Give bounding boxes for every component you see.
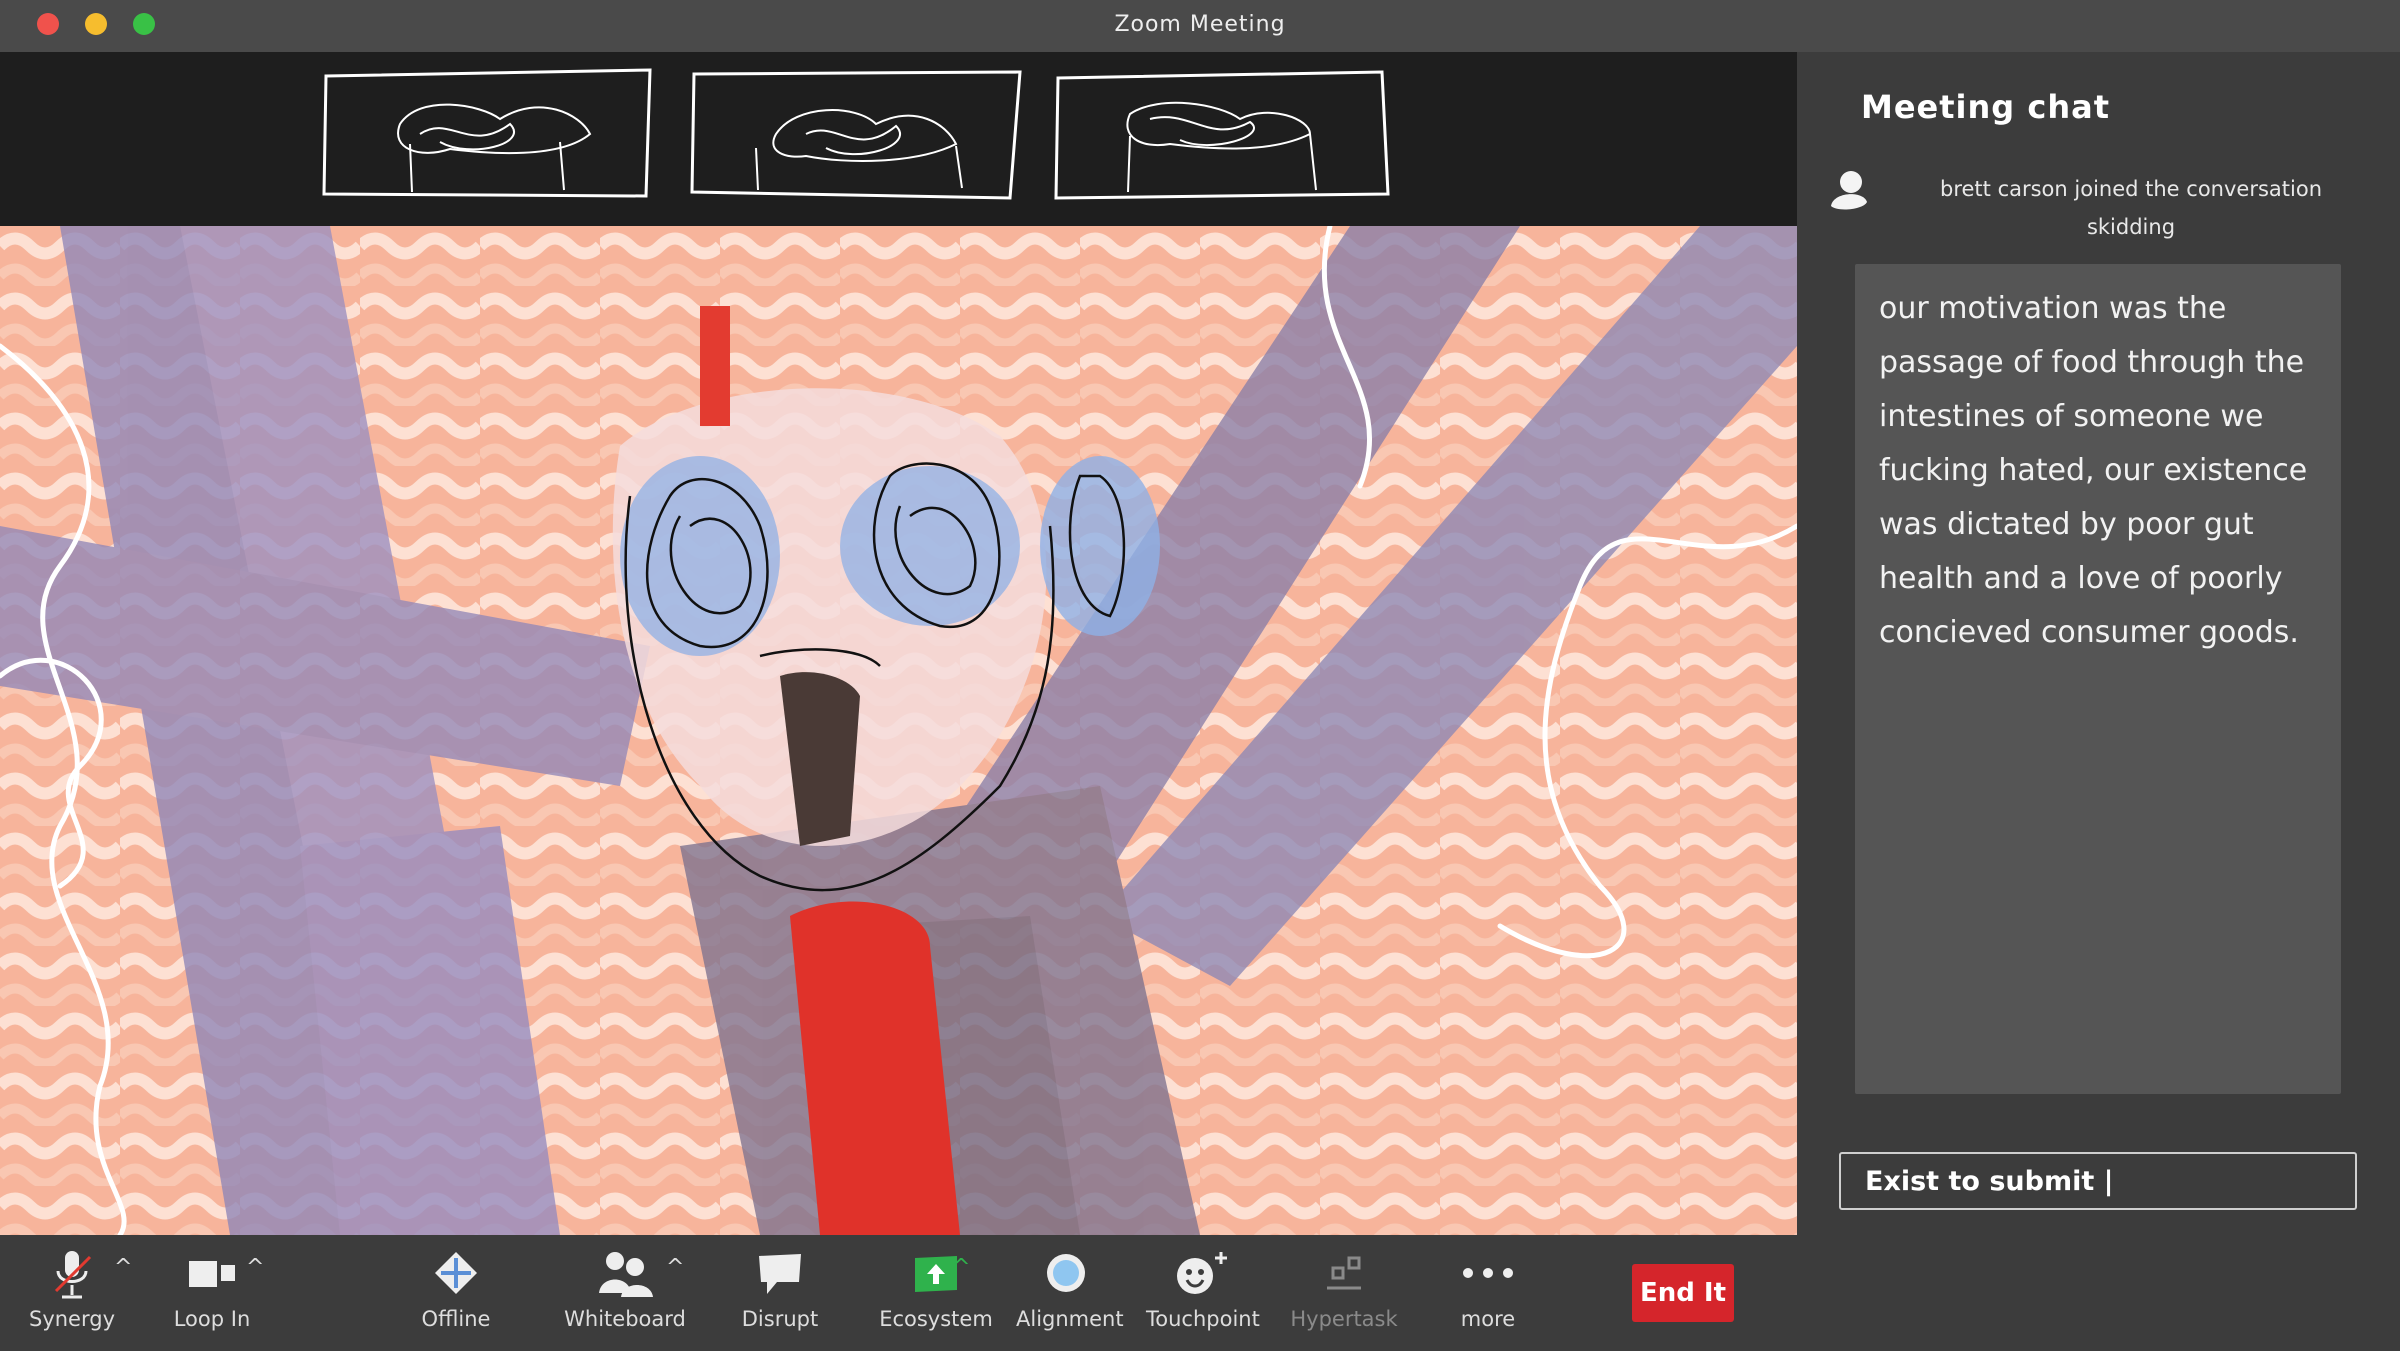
hypertask-label: Hypertask	[1290, 1307, 1398, 1331]
join-line-1: brett carson joined the conversation	[1940, 177, 2322, 201]
whiteboard-options-caret[interactable]: ^	[666, 1255, 684, 1280]
participant-thumbnail[interactable]	[320, 64, 660, 204]
ecosystem-label: Ecosystem	[879, 1307, 993, 1331]
loop-in-label: Loop In	[173, 1307, 251, 1331]
ecosystem-options-caret[interactable]: ^	[952, 1255, 970, 1280]
chat-input-value: Exist to submit |	[1865, 1166, 2114, 1197]
end-meeting-button[interactable]: End It	[1632, 1264, 1734, 1322]
alignment-button[interactable]: Alignment	[1016, 1245, 1124, 1331]
synergy-options-caret[interactable]: ^	[114, 1255, 132, 1280]
participant-thumbnail-strip	[0, 52, 1797, 226]
chat-bubble-icon	[730, 1245, 830, 1301]
more-dots-icon	[1438, 1245, 1538, 1301]
chat-message-text: our motivation was the passage of food t…	[1879, 291, 2308, 650]
participant-thumbnail[interactable]	[1050, 64, 1390, 204]
synergy-label: Synergy	[28, 1307, 115, 1331]
chat-title: Meeting chat	[1861, 88, 2110, 126]
chat-panel: Meeting chat brett carson joined the con…	[1797, 52, 2400, 1351]
whiteboard-label: Whiteboard	[564, 1307, 686, 1331]
disrupt-button[interactable]: Disrupt	[730, 1245, 830, 1331]
chat-input[interactable]: Exist to submit |	[1839, 1152, 2357, 1210]
window-title: Zoom Meeting	[1114, 12, 1286, 37]
offline-label: Offline	[421, 1307, 491, 1331]
touchpoint-label: Touchpoint	[1146, 1307, 1260, 1331]
join-notice-text: brett carson joined the conversation ski…	[1891, 170, 2371, 246]
chat-message: our motivation was the passage of food t…	[1855, 264, 2341, 1094]
record-icon	[1016, 1245, 1116, 1301]
disrupt-label: Disrupt	[741, 1307, 819, 1331]
alignment-label: Alignment	[1016, 1307, 1124, 1331]
video-area	[0, 52, 1797, 1235]
main-video-feed	[0, 226, 1797, 1235]
more-button[interactable]: more	[1438, 1245, 1538, 1331]
touchpoint-button[interactable]: Touchpoint	[1146, 1245, 1260, 1331]
join-notice: brett carson joined the conversation ski…	[1827, 162, 2387, 242]
ecosystem-button[interactable]: Ecosystem	[876, 1245, 996, 1331]
apps-icon	[1284, 1245, 1404, 1301]
join-line-2: skidding	[2086, 215, 2176, 239]
offline-button[interactable]: Offline	[406, 1245, 506, 1331]
synergy-button[interactable]: Synergy	[22, 1245, 122, 1331]
participant-thumbnail[interactable]	[686, 64, 1026, 204]
share-screen-icon	[876, 1245, 996, 1301]
title-bar: Zoom Meeting	[0, 0, 2400, 52]
meeting-toolbar: Synergy ^ Loop In ^ Offline Whiteboard ^…	[0, 1235, 1797, 1351]
loop-in-options-caret[interactable]: ^	[246, 1255, 264, 1280]
user-avatar-icon	[1827, 168, 1871, 212]
more-label: more	[1460, 1307, 1516, 1331]
diamond-icon	[406, 1245, 506, 1301]
reaction-icon	[1146, 1245, 1256, 1301]
mic-muted-icon	[22, 1245, 122, 1301]
hypertask-button[interactable]: Hypertask	[1284, 1245, 1404, 1331]
